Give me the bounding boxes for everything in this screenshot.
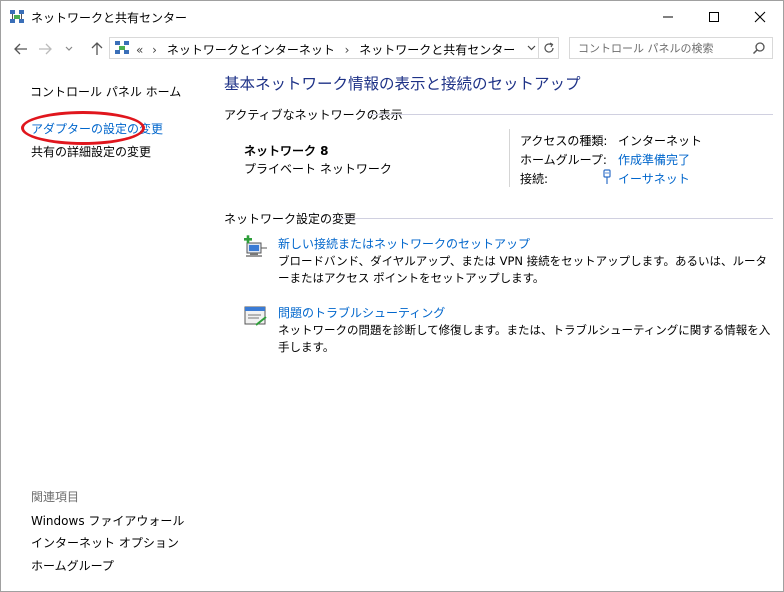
arrow-up-icon [91,42,103,55]
ethernet-connection-link[interactable]: イーサネット [618,170,690,187]
breadcrumb-separator[interactable]: › [345,43,350,57]
setup-new-connection-link[interactable]: 新しい接続またはネットワークのセットアップ [278,235,530,252]
back-button[interactable] [11,39,31,59]
network-center-icon [115,41,129,54]
new-connection-icon [244,235,267,257]
troubleshoot-icon [244,306,267,326]
minimize-button[interactable] [645,1,691,32]
search-box[interactable] [569,37,773,59]
troubleshoot-problems-link[interactable]: 問題のトラブルシューティング [278,304,445,321]
breadcrumb: « › ネットワークとインターネット › ネットワークと共有センター [136,41,515,58]
divider [369,114,773,115]
arrow-right-icon [39,43,52,55]
network-type: プライベート ネットワーク [244,162,392,176]
recent-locations-button[interactable] [63,39,75,59]
title-bar: ネットワークと共有センター [1,1,783,32]
homegroup-link[interactable]: ホームグループ [31,557,114,574]
up-button[interactable] [87,39,107,59]
maximize-button[interactable] [691,1,737,32]
internet-options-link[interactable]: インターネット オプション [31,534,179,551]
search-input[interactable] [570,38,748,58]
page-title: 基本ネットワーク情報の表示と接続のセットアップ [224,75,581,93]
highlight-ellipse [21,111,145,145]
maximize-icon [709,11,719,22]
search-icon[interactable] [752,41,766,55]
network-center-icon [10,10,24,23]
breadcrumb-overflow[interactable]: « [136,43,143,57]
network-name: ネットワーク 8 [244,144,329,158]
access-type-label: アクセスの種類: [520,134,608,148]
arrow-left-icon [14,43,27,55]
address-bar[interactable]: « › ネットワークとインターネット › ネットワークと共有センター [109,37,559,59]
related-heading: 関連項目 [31,490,80,504]
chevron-down-icon [65,46,73,51]
breadcrumb-separator: › [152,43,157,57]
refresh-button[interactable] [538,37,559,59]
window-title: ネットワークと共有センター [31,11,188,25]
connection-label: 接続: [520,172,549,186]
divider [509,129,510,187]
chevron-down-icon[interactable] [527,45,536,51]
breadcrumb-network-internet[interactable]: ネットワークとインターネット [167,43,335,57]
troubleshoot-problems-description: ネットワークの問題を診断して修復します。または、トラブルシューティングに関する情… [278,323,771,354]
ethernet-icon [603,169,611,184]
homegroup-status-link[interactable]: 作成準備完了 [618,151,690,168]
window: ネットワークと共有センター « › ネットワークとインターネット › ネットワー… [0,0,784,592]
divider [337,218,773,219]
refresh-icon [543,42,554,53]
windows-firewall-link[interactable]: Windows ファイアウォール [31,512,184,529]
forward-button[interactable] [35,39,55,59]
minimize-icon [663,16,673,17]
access-type-value: インターネット [618,134,703,148]
change-advanced-sharing-link[interactable]: 共有の詳細設定の変更 [31,143,151,160]
control-panel-home-link[interactable]: コントロール パネル ホーム [30,83,181,100]
close-button[interactable] [737,1,783,32]
homegroup-label: ホームグループ: [520,153,607,167]
breadcrumb-network-sharing-center[interactable]: ネットワークと共有センター [359,43,515,57]
close-icon [754,11,766,22]
setup-new-connection-description: ブロードバンド、ダイヤルアップ、または VPN 接続をセットアップします。あるい… [278,254,767,285]
